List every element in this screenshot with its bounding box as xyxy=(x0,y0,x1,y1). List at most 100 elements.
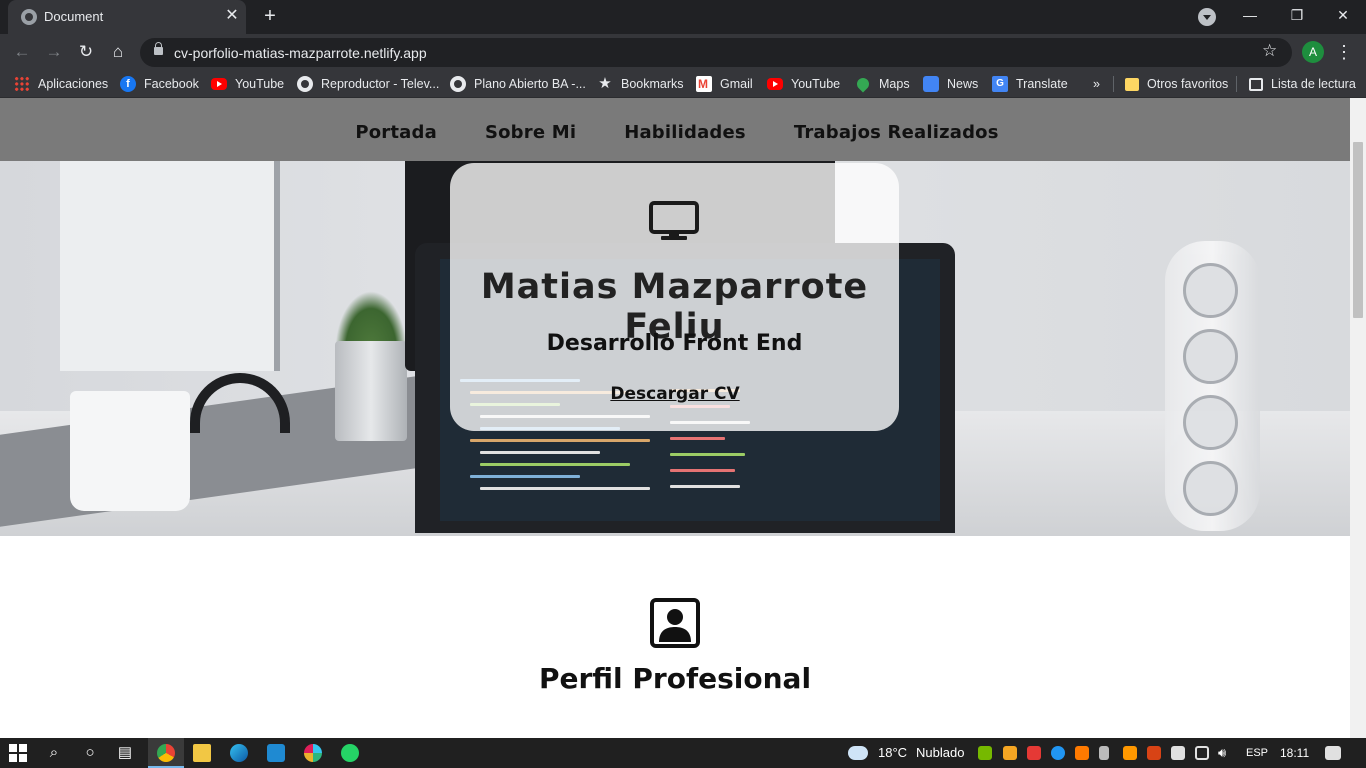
bookmark-label: News xyxy=(947,77,979,91)
weather-description[interactable]: Nublado xyxy=(916,745,964,760)
browser-menu-button[interactable]: ⋮ xyxy=(1334,40,1354,64)
bookmarks-divider xyxy=(1113,76,1114,92)
bookmarks-bar: Aplicaciones f Facebook YouTube Reproduc… xyxy=(0,70,1366,98)
notifications-icon[interactable] xyxy=(1325,746,1341,760)
youtube-icon xyxy=(767,78,783,90)
bookmark-reproductor[interactable]: Reproductor - Telev... xyxy=(297,75,439,93)
facebook-icon: f xyxy=(120,76,136,92)
hero-background-window xyxy=(60,161,280,371)
hero-role: Desarrollo Front End xyxy=(546,331,803,356)
bookmark-youtube-2[interactable]: YouTube xyxy=(767,75,840,93)
id-badge-icon xyxy=(650,598,700,648)
volume-icon[interactable]: 🔊︎ xyxy=(1218,745,1226,761)
bookmark-label: Otros favoritos xyxy=(1147,77,1229,91)
network-icon[interactable] xyxy=(1195,746,1209,760)
tray-app-icon[interactable] xyxy=(1027,746,1041,760)
bookmark-aplicaciones[interactable]: Aplicaciones xyxy=(14,75,108,93)
bookmark-label: Facebook xyxy=(144,77,199,91)
nvidia-icon[interactable] xyxy=(978,746,992,760)
tray-app-icon[interactable] xyxy=(1003,746,1017,760)
home-button[interactable]: ⌂ xyxy=(107,41,129,63)
reload-button[interactable]: ↻ xyxy=(75,41,97,63)
browser-tab[interactable]: Document ✕ xyxy=(8,0,246,34)
bookmark-label: Aplicaciones xyxy=(38,77,109,91)
tray-app-icon[interactable] xyxy=(1123,746,1137,760)
lock-icon[interactable] xyxy=(154,42,163,55)
close-window-button[interactable]: ✕ xyxy=(1331,4,1355,26)
windows-start-icon[interactable] xyxy=(9,744,27,762)
whatsapp-icon[interactable] xyxy=(341,744,359,762)
restore-button[interactable]: ❐ xyxy=(1285,4,1309,26)
site-navigation: Portada Sobre Mi Habilidades Trabajos Re… xyxy=(0,98,1350,161)
tray-app-icon[interactable] xyxy=(1147,746,1161,760)
bookmark-label: YouTube xyxy=(235,77,285,91)
windows-taskbar: ⌕ ○ ▤ 18°C Nublado 🔊︎ ESP 18:11 xyxy=(0,738,1366,768)
language-indicator[interactable]: ESP xyxy=(1246,747,1268,759)
security-shield-icon[interactable] xyxy=(1171,746,1185,760)
bookmark-maps[interactable]: Maps xyxy=(854,75,910,93)
bookmark-facebook[interactable]: f Facebook xyxy=(120,75,199,93)
task-view-icon[interactable]: ▤ xyxy=(115,743,135,763)
bookmark-lista-de-lectura[interactable]: Lista de lectura xyxy=(1249,75,1356,93)
bookmark-plano-abierto[interactable]: Plano Abierto BA -... xyxy=(450,75,586,93)
reading-list-icon xyxy=(1249,77,1263,91)
monitor-icon xyxy=(649,201,699,240)
close-tab-button[interactable]: ✕ xyxy=(222,6,242,26)
bookmark-translate[interactable]: G Translate xyxy=(992,75,1068,93)
hero-card: Matias Mazparrote Feliu Desarrollo Front… xyxy=(450,163,899,431)
nav-link-sobre-mi[interactable]: Sobre Mi xyxy=(485,98,576,161)
scrollbar-thumb[interactable] xyxy=(1353,142,1363,318)
vscode-icon[interactable] xyxy=(267,744,285,762)
new-tab-button[interactable]: + xyxy=(259,5,281,27)
forward-button[interactable]: → xyxy=(43,41,65,63)
nav-link-trabajos[interactable]: Trabajos Realizados xyxy=(794,98,999,161)
bookmarks-overflow-button[interactable]: » xyxy=(1093,75,1100,93)
star-icon: ★ xyxy=(598,75,612,92)
bookmarks-divider xyxy=(1236,76,1237,92)
address-bar[interactable]: cv-porfolio-matias-mazparrote.netlify.ap… xyxy=(140,38,1292,67)
download-cv-button[interactable]: Descargar CV xyxy=(605,380,745,408)
nav-link-habilidades[interactable]: Habilidades xyxy=(624,98,746,161)
hero-background-plant-pot xyxy=(335,341,407,441)
slack-icon[interactable] xyxy=(304,744,322,762)
cloud-weather-icon[interactable] xyxy=(848,746,868,760)
bookmark-label: Plano Abierto BA -... xyxy=(474,77,586,91)
translate-icon: G xyxy=(992,76,1008,92)
tab-search-icon[interactable] xyxy=(1198,8,1216,26)
profile-avatar[interactable]: A xyxy=(1302,41,1324,63)
clock[interactable]: 18:11 xyxy=(1280,746,1309,760)
file-explorer-icon[interactable] xyxy=(193,744,211,762)
bookmark-label: Reproductor - Telev... xyxy=(321,77,440,91)
cortana-icon[interactable]: ○ xyxy=(80,743,100,763)
bookmark-label: Lista de lectura xyxy=(1271,77,1356,91)
browser-toolbar: ← → ↻ ⌂ cv-porfolio-matias-mazparrote.ne… xyxy=(0,34,1366,70)
profile-section-title: Perfil Profesional xyxy=(538,662,812,695)
chrome-icon[interactable] xyxy=(157,744,175,762)
bookmark-bookmarks[interactable]: ★ Bookmarks xyxy=(597,75,683,93)
weather-temperature[interactable]: 18°C xyxy=(878,745,907,760)
maps-icon xyxy=(854,75,872,93)
bookmark-news[interactable]: News xyxy=(923,75,978,93)
bookmark-youtube[interactable]: YouTube xyxy=(211,75,284,93)
page-viewport: Portada Sobre Mi Habilidades Trabajos Re… xyxy=(0,98,1350,738)
edge-icon[interactable] xyxy=(230,744,248,762)
news-icon xyxy=(923,76,939,92)
bookmark-otros-favoritos[interactable]: Otros favoritos xyxy=(1125,75,1228,93)
folder-icon xyxy=(1125,77,1139,91)
search-icon[interactable]: ⌕ xyxy=(44,743,64,763)
usb-icon[interactable] xyxy=(1099,746,1109,760)
page-scrollbar[interactable] xyxy=(1350,98,1366,738)
apps-grid-icon xyxy=(14,76,30,92)
bookmark-label: Maps xyxy=(879,77,910,91)
nav-link-portada[interactable]: Portada xyxy=(355,98,437,161)
bookmark-gmail[interactable]: Gmail xyxy=(696,75,753,93)
back-button[interactable]: ← xyxy=(11,41,33,63)
hero-background-mug xyxy=(70,391,190,511)
minimize-button[interactable]: — xyxy=(1238,4,1262,26)
globe-icon xyxy=(21,9,37,25)
bookmark-star-icon[interactable]: ☆ xyxy=(1262,41,1277,61)
avast-icon[interactable] xyxy=(1075,746,1089,760)
tray-app-icon[interactable] xyxy=(1051,746,1065,760)
url-text[interactable]: cv-porfolio-matias-mazparrote.netlify.ap… xyxy=(174,45,427,61)
globe-icon xyxy=(297,76,313,92)
